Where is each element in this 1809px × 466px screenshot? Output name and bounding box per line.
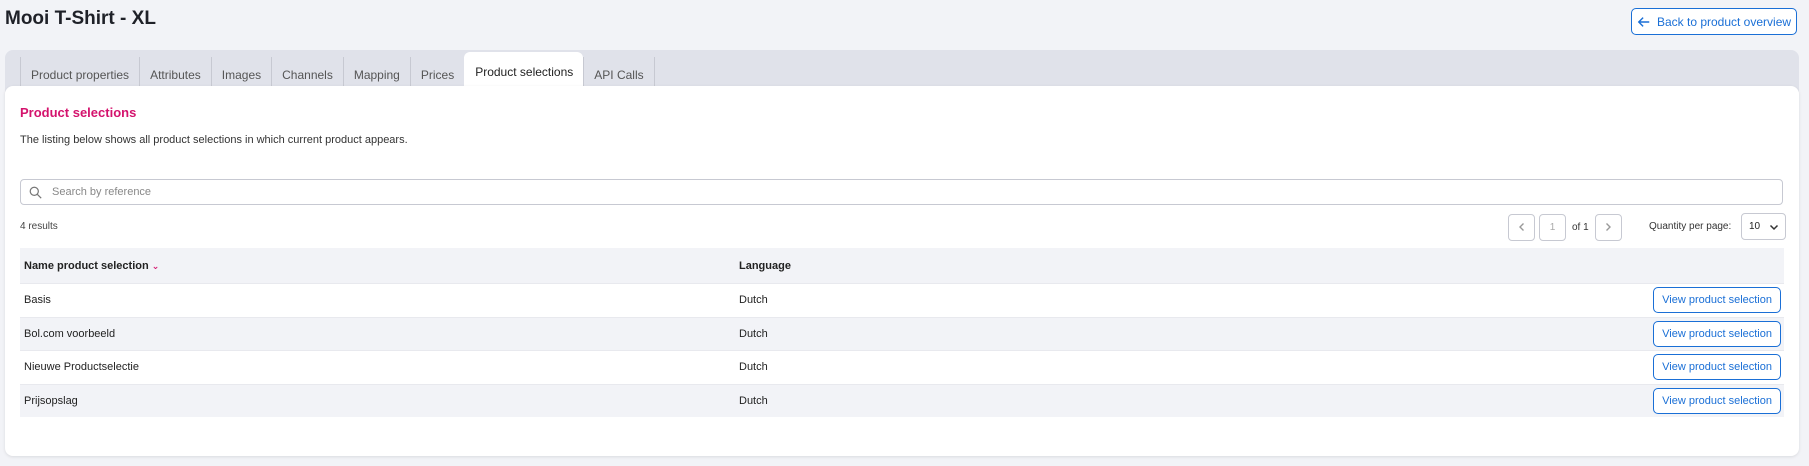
view-product-selection-button[interactable]: View product selection — [1653, 387, 1781, 414]
product-selections-table: Name product selection ⌄ Language Basis D… — [20, 248, 1784, 417]
row-name: Nieuwe Productselectie — [24, 361, 139, 374]
row-language: Dutch — [739, 361, 768, 374]
search-input[interactable] — [50, 185, 1782, 199]
results-count: 4 results — [20, 221, 58, 232]
chevron-left-icon — [1518, 223, 1524, 231]
quantity-per-page-label: Quantity per page: — [1649, 221, 1732, 232]
chevron-down-icon — [1769, 224, 1779, 230]
content-card: Product selections The listing below sho… — [5, 86, 1799, 456]
table-row: Basis Dutch View product selection — [20, 283, 1784, 317]
column-header-name[interactable]: Name product selection ⌄ — [20, 260, 739, 272]
column-header-name-label: Name product selection — [24, 259, 149, 272]
back-button-label: Back to product overview — [1656, 14, 1792, 29]
quantity-selected-value: 10 — [1749, 221, 1761, 232]
quantity-per-page-select[interactable]: 10 — [1741, 213, 1786, 240]
search-icon — [29, 186, 42, 199]
pagination: 1 of 1 — [1508, 213, 1622, 241]
section-description: The listing below shows all product sele… — [20, 134, 408, 146]
current-page[interactable]: 1 — [1539, 213, 1566, 241]
view-product-selection-button[interactable]: View product selection — [1653, 287, 1781, 314]
arrow-left-icon — [1637, 16, 1650, 27]
chevron-right-icon — [1606, 223, 1612, 231]
row-name: Bol.com voorbeeld — [24, 327, 116, 340]
table-row: Bol.com voorbeeld Dutch View product sel… — [20, 316, 1784, 350]
back-to-product-overview-button[interactable]: Back to product overview — [1631, 8, 1797, 35]
row-name: Prijsopslag — [24, 394, 78, 407]
table-row: Prijsopslag Dutch View product selection — [20, 383, 1784, 417]
previous-page-button[interactable] — [1508, 213, 1535, 241]
search-box — [20, 179, 1783, 205]
page-title: Mooi T-Shirt - XL — [5, 8, 156, 29]
row-language: Dutch — [739, 294, 768, 307]
column-header-language: Language — [739, 259, 791, 272]
row-language: Dutch — [739, 394, 768, 407]
row-language: Dutch — [739, 327, 768, 340]
table-row: Nieuwe Productselectie Dutch View produc… — [20, 350, 1784, 384]
section-title: Product selections — [20, 105, 137, 120]
sort-desc-icon: ⌄ — [151, 260, 160, 271]
view-product-selection-button[interactable]: View product selection — [1653, 320, 1781, 347]
table-header-row: Name product selection ⌄ Language — [20, 248, 1784, 283]
row-name: Basis — [24, 294, 51, 307]
view-product-selection-button[interactable]: View product selection — [1653, 354, 1781, 381]
next-page-button[interactable] — [1594, 213, 1622, 241]
page-total: of 1 — [1572, 221, 1589, 233]
